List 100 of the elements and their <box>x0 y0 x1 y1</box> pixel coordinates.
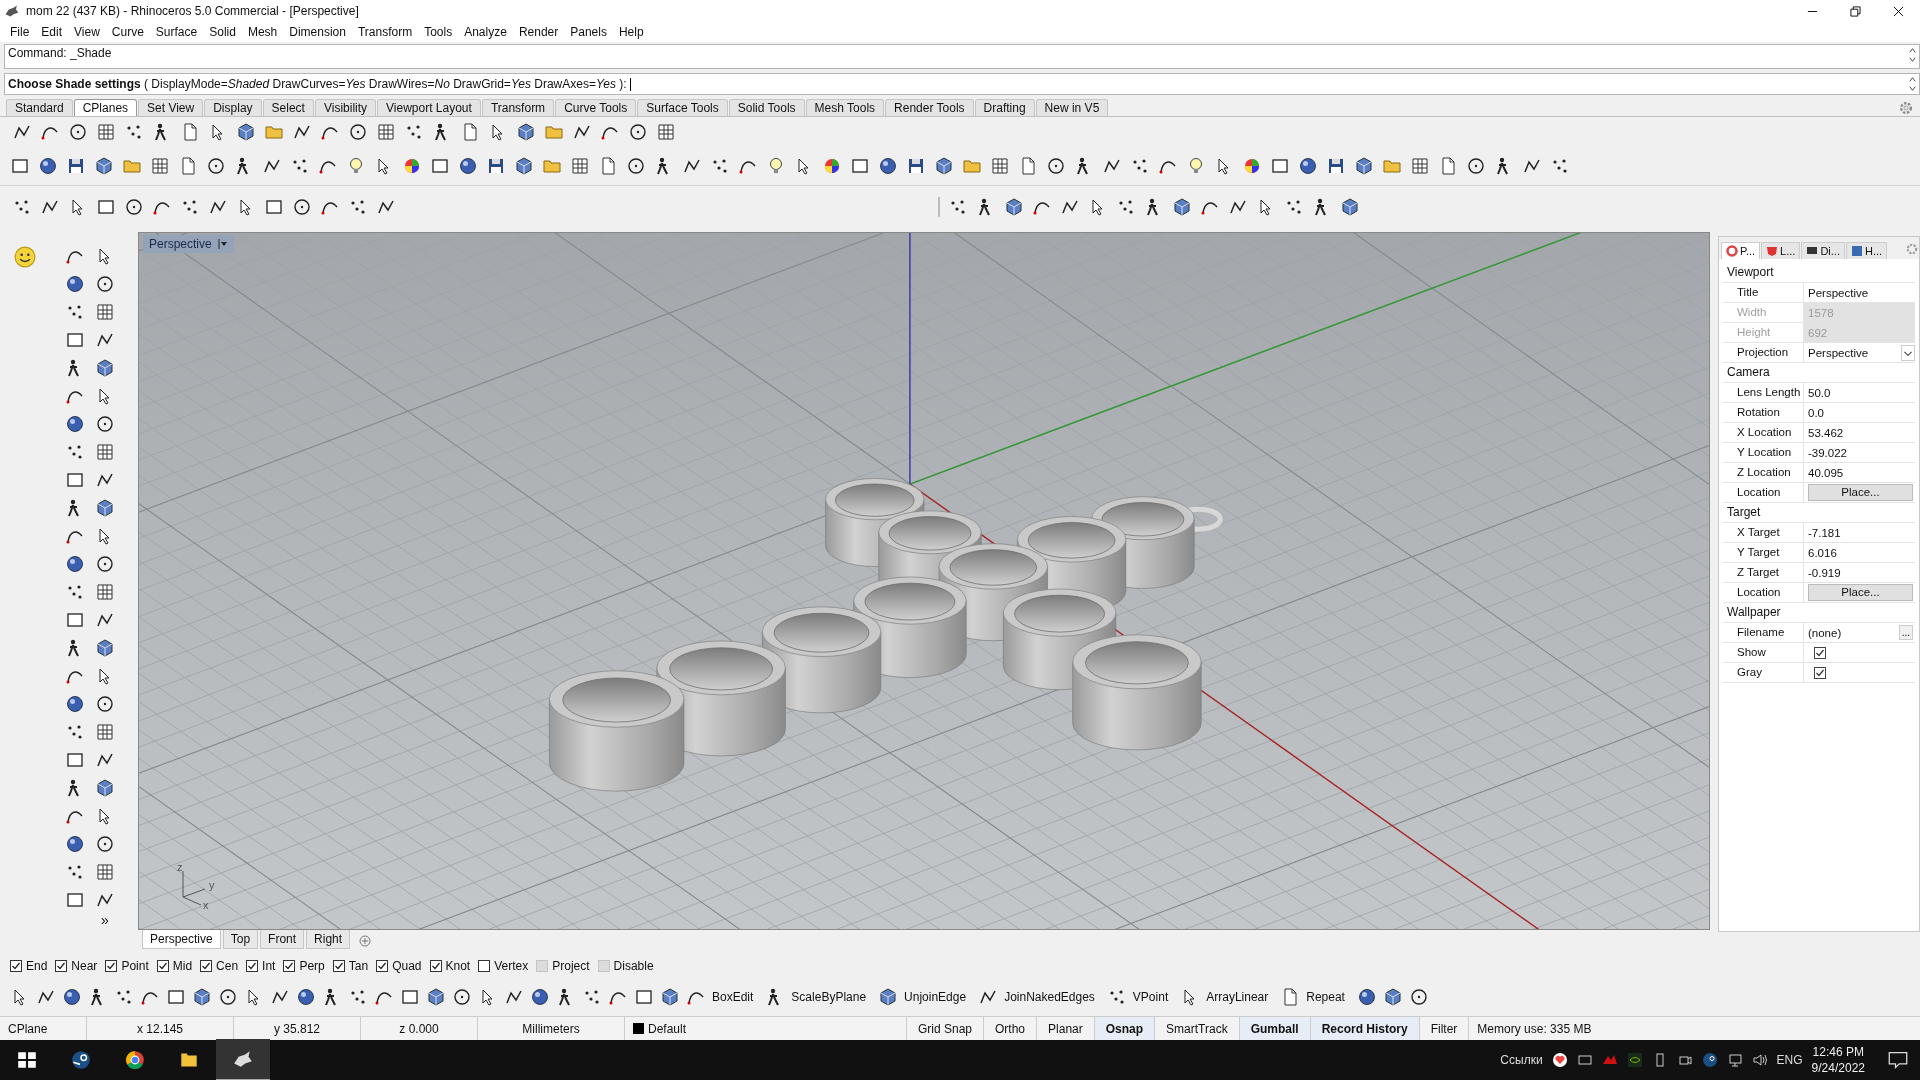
language-indicator[interactable]: ENG <box>1776 1053 1803 1067</box>
status-toggle[interactable]: Osnap <box>1094 1017 1156 1040</box>
cube-icon[interactable] <box>192 987 212 1007</box>
cube-icon[interactable] <box>1340 197 1360 217</box>
property-value-field[interactable]: 53.462 <box>1808 426 1844 439</box>
property-value-field[interactable]: -7.181 <box>1808 526 1841 539</box>
menu-item[interactable]: Panels <box>564 25 613 39</box>
toolbar-tab[interactable]: Curve Tools <box>555 99 637 116</box>
toolbar-tab[interactable]: Drafting <box>974 99 1035 116</box>
toolbar-tab[interactable]: CPlanes <box>73 99 138 116</box>
viewport-tab[interactable]: Front <box>260 930 305 949</box>
circle-icon[interactable] <box>1466 156 1486 176</box>
grid-icon[interactable] <box>95 302 115 322</box>
place-button[interactable]: Place... <box>1808 484 1913 501</box>
cube-icon[interactable] <box>236 122 256 142</box>
cube-icon[interactable] <box>95 498 115 518</box>
property-value-field[interactable]: -39.022 <box>1808 446 1847 459</box>
circle-icon[interactable] <box>95 554 115 574</box>
viewport[interactable]: Perspective z y x <box>138 232 1710 930</box>
grid-icon[interactable] <box>95 722 115 742</box>
sphere-icon[interactable] <box>65 414 85 434</box>
checkbox[interactable] <box>283 960 296 972</box>
property-value-field[interactable]: 0.0 <box>1808 406 1824 419</box>
toolbar-tab[interactable]: Render Tools <box>885 99 974 116</box>
property-value-field[interactable]: 50.0 <box>1808 386 1831 399</box>
status-layer[interactable]: Default <box>648 1021 687 1036</box>
network-icon[interactable] <box>1726 1052 1743 1068</box>
command-button[interactable]: UnjoinEdge <box>904 990 967 1004</box>
rectangle-icon[interactable] <box>65 470 85 490</box>
status-toggle[interactable]: Gumball <box>1239 1017 1311 1040</box>
cube-icon[interactable] <box>1004 197 1024 217</box>
checkbox[interactable] <box>156 960 169 972</box>
scroll-arrows-icon[interactable] <box>1908 75 1917 93</box>
rectangle-icon[interactable] <box>1270 156 1290 176</box>
rectangle-icon[interactable] <box>166 987 186 1007</box>
place-button[interactable]: Place... <box>1808 584 1913 601</box>
monitor-icon[interactable] <box>1806 245 1819 257</box>
grid-icon[interactable] <box>1410 156 1430 176</box>
close-icon[interactable] <box>1893 5 1904 17</box>
sphere-icon[interactable] <box>65 834 85 854</box>
status-toggle[interactable]: Record History <box>1310 1017 1420 1040</box>
toolbar-tab[interactable]: Standard <box>6 99 73 116</box>
cube-icon[interactable] <box>94 156 114 176</box>
layers-icon[interactable] <box>1766 245 1779 257</box>
smiley-icon[interactable] <box>14 246 36 268</box>
command-button[interactable]: Repeat <box>1306 990 1345 1004</box>
command-button[interactable]: JoinNakedEdges <box>1004 990 1095 1004</box>
checkbox[interactable] <box>478 960 491 972</box>
circle-icon[interactable] <box>1046 156 1066 176</box>
color-icon[interactable] <box>402 156 422 176</box>
sphere-icon[interactable] <box>878 156 898 176</box>
help-icon[interactable] <box>1850 245 1863 257</box>
grid-icon[interactable] <box>96 122 116 142</box>
display-icon[interactable] <box>1576 1052 1593 1068</box>
browse-button[interactable]: ... <box>1898 625 1913 640</box>
menu-item[interactable]: Analyze <box>458 25 513 39</box>
menu-item[interactable]: Dimension <box>283 25 352 39</box>
menu-item[interactable]: File <box>4 25 36 39</box>
circle-icon[interactable] <box>348 122 368 142</box>
clock-date[interactable]: 9/24/2022 <box>1811 1060 1865 1076</box>
toolbar-tab[interactable]: Set View <box>138 99 204 116</box>
menu-item[interactable]: Solid <box>203 25 242 39</box>
command-prompt-field[interactable]: Choose Shade settings ( DisplayMode=Shaded DrawCurves=Yes DrawWires=No DrawGrid=Yes DrawAxes=Yes ): <box>4 73 1920 95</box>
menu-item[interactable]: View <box>68 25 106 39</box>
menu-item[interactable]: Mesh <box>241 25 284 39</box>
grid-icon[interactable] <box>95 442 115 462</box>
viewport-tab[interactable]: Right <box>306 930 351 949</box>
speaker-icon[interactable] <box>1751 1052 1768 1068</box>
rectangle-icon[interactable] <box>65 610 85 630</box>
checkbox[interactable] <box>55 960 68 972</box>
circle-icon[interactable] <box>95 414 115 434</box>
circle-icon[interactable] <box>95 694 115 714</box>
cube-icon[interactable] <box>1382 987 1403 1007</box>
sphere-icon[interactable] <box>458 156 478 176</box>
menu-item[interactable]: Tools <box>418 25 459 39</box>
circle-icon[interactable] <box>68 122 88 142</box>
clock-time[interactable]: 12:46 PM <box>1812 1044 1864 1060</box>
grid-icon[interactable] <box>570 156 590 176</box>
panel-tab[interactable]: L... <box>1761 242 1801 259</box>
circle-icon[interactable] <box>1408 987 1429 1007</box>
viewport-tab[interactable]: Top <box>222 930 259 949</box>
links-toolbar[interactable]: Ссылки <box>1500 1053 1543 1067</box>
sphere-icon[interactable] <box>296 987 316 1007</box>
panel-tab[interactable]: H... <box>1845 242 1888 259</box>
grid-icon[interactable] <box>990 156 1010 176</box>
sphere-icon[interactable] <box>530 987 550 1007</box>
toolbar-tab[interactable]: Mesh Tools <box>805 99 885 116</box>
filename-field[interactable]: (none) <box>1808 626 1842 639</box>
circle-icon[interactable] <box>452 987 472 1007</box>
projection-dropdown[interactable]: Perspective <box>1808 344 1915 361</box>
sphere-icon[interactable] <box>65 694 85 714</box>
sphere-icon[interactable] <box>1298 156 1318 176</box>
rectangle-icon[interactable] <box>634 987 654 1007</box>
viewport-title-button[interactable]: Perspective <box>143 235 234 253</box>
cube-icon[interactable] <box>1172 197 1192 217</box>
property-value-field[interactable]: 40.095 <box>1808 466 1844 479</box>
cube-icon[interactable] <box>95 778 115 798</box>
circle-icon[interactable] <box>124 197 144 217</box>
cube-icon[interactable] <box>514 156 534 176</box>
grid-icon[interactable] <box>656 122 676 142</box>
